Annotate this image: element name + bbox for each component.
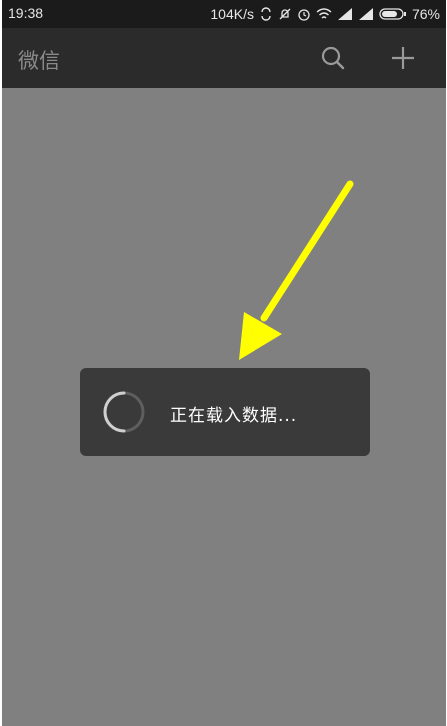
phone-screen: 19:38 104K/s 76% 微信 正在载入数据...: [2, 0, 446, 726]
arrow-annotation: [239, 180, 354, 360]
